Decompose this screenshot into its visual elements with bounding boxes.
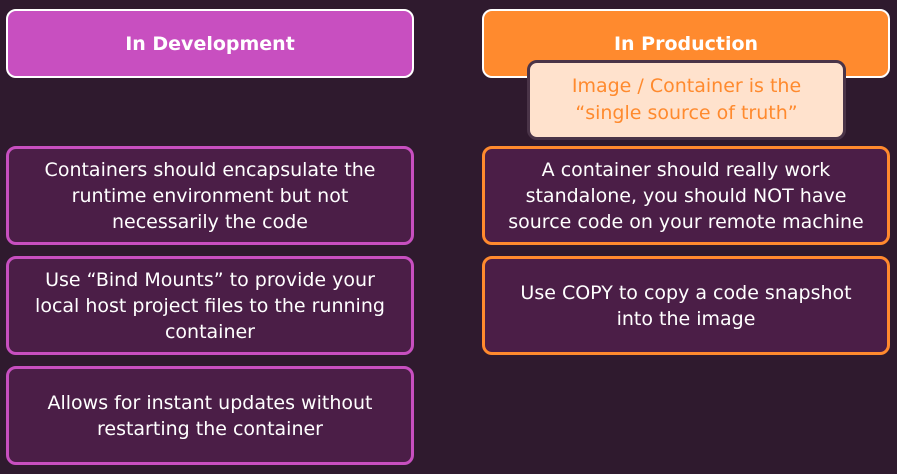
production-card-copy: Use COPY to copy a code snapshot into th… xyxy=(482,256,890,355)
development-card-text: Use “Bind Mounts” to provide your local … xyxy=(35,268,385,343)
single-source-of-truth-callout: Image / Container is the “single source … xyxy=(527,60,846,140)
development-card-instant-updates: Allows for instant updates without resta… xyxy=(6,366,414,465)
development-card-text: Containers should encapsulate the runtim… xyxy=(44,158,376,233)
production-title: In Production xyxy=(613,32,759,55)
production-card-standalone: A container should really work standalon… xyxy=(482,146,890,245)
callout-text: Image / Container is the “single source … xyxy=(571,75,802,124)
development-card-text: Allows for instant updates without resta… xyxy=(47,391,373,440)
development-title: In Development xyxy=(125,32,295,55)
production-card-text: A container should really work standalon… xyxy=(508,158,864,233)
development-card-bind-mounts: Use “Bind Mounts” to provide your local … xyxy=(6,256,414,355)
production-card-text: Use COPY to copy a code snapshot into th… xyxy=(520,281,852,330)
development-header: In Development xyxy=(6,9,414,78)
development-card-encapsulation: Containers should encapsulate the runtim… xyxy=(6,146,414,245)
